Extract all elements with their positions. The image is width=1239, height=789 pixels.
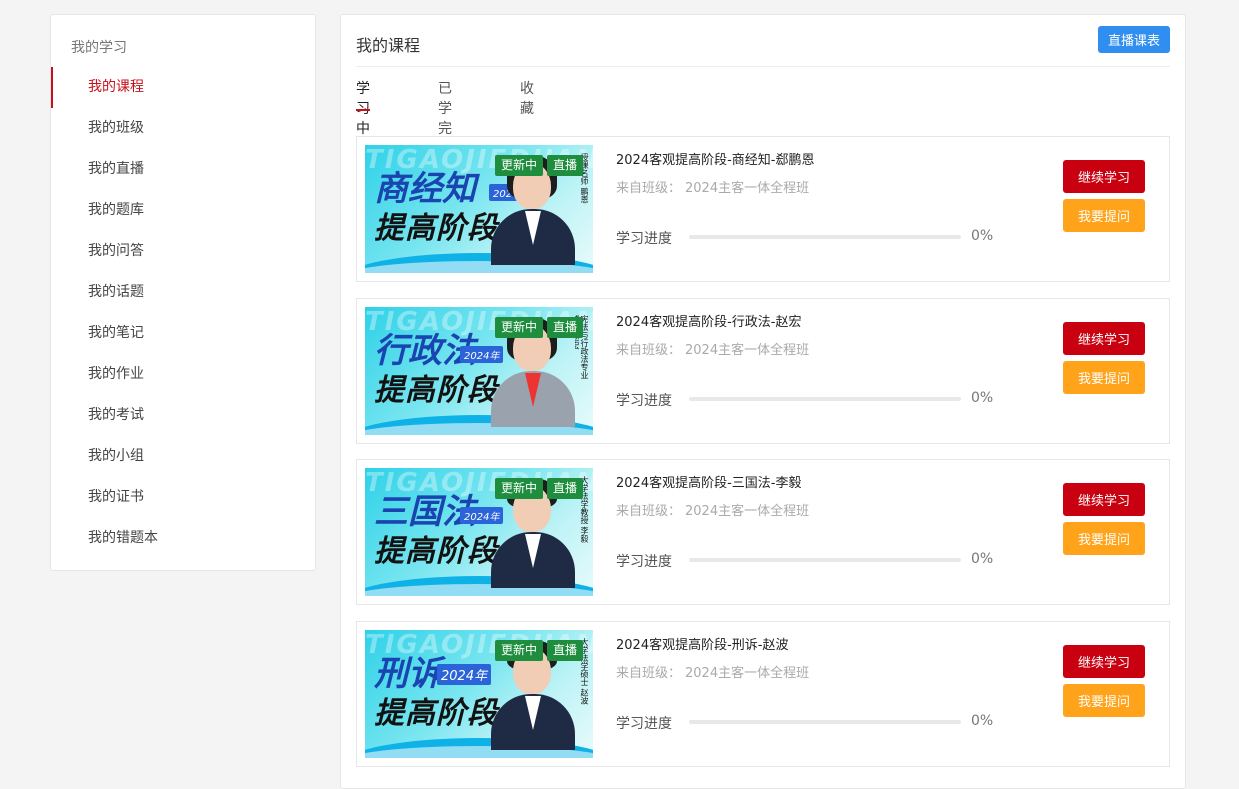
- course-title[interactable]: 2024客观提高阶段-商经知-郄鹏恩: [616, 149, 814, 168]
- class-name: 2024主客一体全程班: [685, 504, 810, 519]
- course-card: TIGAOJIEDUAN 刑诉 2024年 提高阶段 大学法学硕士 赵波 更新中…: [356, 621, 1170, 767]
- progress-bar: [689, 397, 961, 401]
- live-schedule-button[interactable]: 直播课表: [1097, 26, 1170, 53]
- continue-learning-button[interactable]: 继续学习: [1063, 322, 1145, 355]
- ask-question-button[interactable]: 我要提问: [1063, 199, 1145, 232]
- badge-updating: 更新中: [495, 317, 544, 338]
- ask-question-button[interactable]: 我要提问: [1063, 522, 1145, 555]
- class-name: 2024主客一体全程班: [685, 666, 810, 681]
- sidebar-item-my-classes[interactable]: 我的班级: [51, 108, 315, 149]
- sidebar-item-my-qa[interactable]: 我的问答: [51, 231, 315, 272]
- sidebar-title: 我的学习: [71, 40, 127, 56]
- badge-live: 直播: [547, 155, 584, 176]
- sidebar-item-my-topics[interactable]: 我的话题: [51, 272, 315, 313]
- ask-question-button[interactable]: 我要提问: [1063, 684, 1145, 717]
- progress-label: 学习进度: [616, 393, 672, 409]
- continue-learning-button[interactable]: 继续学习: [1063, 645, 1145, 678]
- course-title[interactable]: 2024客观提高阶段-行政法-赵宏: [616, 311, 801, 330]
- tab-studying[interactable]: 学习中: [356, 79, 370, 137]
- course-title[interactable]: 2024客观提高阶段-三国法-李毅: [616, 472, 801, 491]
- class-label: 来自班级：: [616, 666, 682, 681]
- badge-updating: 更新中: [495, 478, 544, 499]
- progress-percent: 0%: [971, 551, 994, 567]
- progress-label: 学习进度: [616, 716, 672, 732]
- course-class: 来自班级： 2024主客一体全程班: [616, 339, 809, 358]
- cover-stage: 提高阶段: [374, 696, 498, 731]
- course-card: TIGAOJIEDUAN 三国法 2024年 提高阶段 大学法学教授 李毅 更新…: [356, 459, 1170, 605]
- cover-year: 2024年: [437, 664, 492, 685]
- class-label: 来自班级：: [616, 343, 682, 358]
- progress-percent: 0%: [971, 390, 994, 406]
- progress-label: 学习进度: [616, 231, 672, 247]
- badge-live: 直播: [547, 317, 584, 338]
- sidebar: 我的学习 我的课程 我的班级 我的直播 我的题库 我的问答 我的话题 我的笔记 …: [50, 14, 316, 571]
- main-panel: 我的课程 直播课表 学习中 已学完 收藏 TIGAOJIEDUAN 商经知 20…: [340, 14, 1186, 789]
- cover-stage: 提高阶段: [374, 373, 498, 408]
- cover-stage: 提高阶段: [374, 211, 498, 246]
- class-label: 来自班级：: [616, 504, 682, 519]
- badge-live: 直播: [547, 478, 584, 499]
- sidebar-list: 我的课程 我的班级 我的直播 我的题库 我的问答 我的话题 我的笔记 我的作业 …: [51, 67, 315, 559]
- sidebar-item-my-courses[interactable]: 我的课程: [51, 67, 315, 108]
- sidebar-item-my-groups[interactable]: 我的小组: [51, 436, 315, 477]
- cover-stage: 提高阶段: [374, 534, 498, 569]
- main-header: 我的课程 直播课表: [356, 15, 1170, 67]
- course-title[interactable]: 2024客观提高阶段-刑诉-赵波: [616, 634, 788, 653]
- continue-learning-button[interactable]: 继续学习: [1063, 160, 1145, 193]
- progress-bar: [689, 558, 961, 562]
- sidebar-item-my-question-bank[interactable]: 我的题库: [51, 190, 315, 231]
- sidebar-item-my-wrong-questions[interactable]: 我的错题本: [51, 518, 315, 559]
- course-class: 来自班级： 2024主客一体全程班: [616, 177, 809, 196]
- course-card: TIGAOJIEDUAN 行政法 2024年 提高阶段 宪法与行政法专业博士 赵…: [356, 298, 1170, 444]
- continue-learning-button[interactable]: 继续学习: [1063, 483, 1145, 516]
- sidebar-item-my-live[interactable]: 我的直播: [51, 149, 315, 190]
- class-label: 来自班级：: [616, 181, 682, 196]
- sidebar-item-my-notes[interactable]: 我的笔记: [51, 313, 315, 354]
- class-name: 2024主客一体全程班: [685, 343, 810, 358]
- course-class: 来自班级： 2024主客一体全程班: [616, 662, 809, 681]
- sidebar-item-my-homework[interactable]: 我的作业: [51, 354, 315, 395]
- course-cover[interactable]: TIGAOJIEDUAN 商经知 2024年 提高阶段 授课名师 鹏恩 更新中 …: [365, 145, 593, 273]
- ask-question-button[interactable]: 我要提问: [1063, 361, 1145, 394]
- page-title: 我的课程: [356, 36, 421, 55]
- class-name: 2024主客一体全程班: [685, 181, 810, 196]
- course-cover[interactable]: TIGAOJIEDUAN 行政法 2024年 提高阶段 宪法与行政法专业博士 赵…: [365, 307, 593, 435]
- progress-percent: 0%: [971, 228, 994, 244]
- sidebar-item-my-certificates[interactable]: 我的证书: [51, 477, 315, 518]
- course-class: 来自班级： 2024主客一体全程班: [616, 500, 809, 519]
- course-cover[interactable]: TIGAOJIEDUAN 刑诉 2024年 提高阶段 大学法学硕士 赵波 更新中…: [365, 630, 593, 758]
- tab-favorites[interactable]: 收藏: [520, 79, 534, 117]
- course-card: TIGAOJIEDUAN 商经知 2024年 提高阶段 授课名师 鹏恩 更新中 …: [356, 136, 1170, 282]
- tab-completed[interactable]: 已学完: [438, 79, 452, 137]
- course-cover[interactable]: TIGAOJIEDUAN 三国法 2024年 提高阶段 大学法学教授 李毅 更新…: [365, 468, 593, 596]
- badge-updating: 更新中: [495, 155, 544, 176]
- progress-bar: [689, 235, 961, 239]
- progress-label: 学习进度: [616, 554, 672, 570]
- progress-bar: [689, 720, 961, 724]
- badge-updating: 更新中: [495, 640, 544, 661]
- progress-percent: 0%: [971, 713, 994, 729]
- sidebar-item-my-exams[interactable]: 我的考试: [51, 395, 315, 436]
- badge-live: 直播: [547, 640, 584, 661]
